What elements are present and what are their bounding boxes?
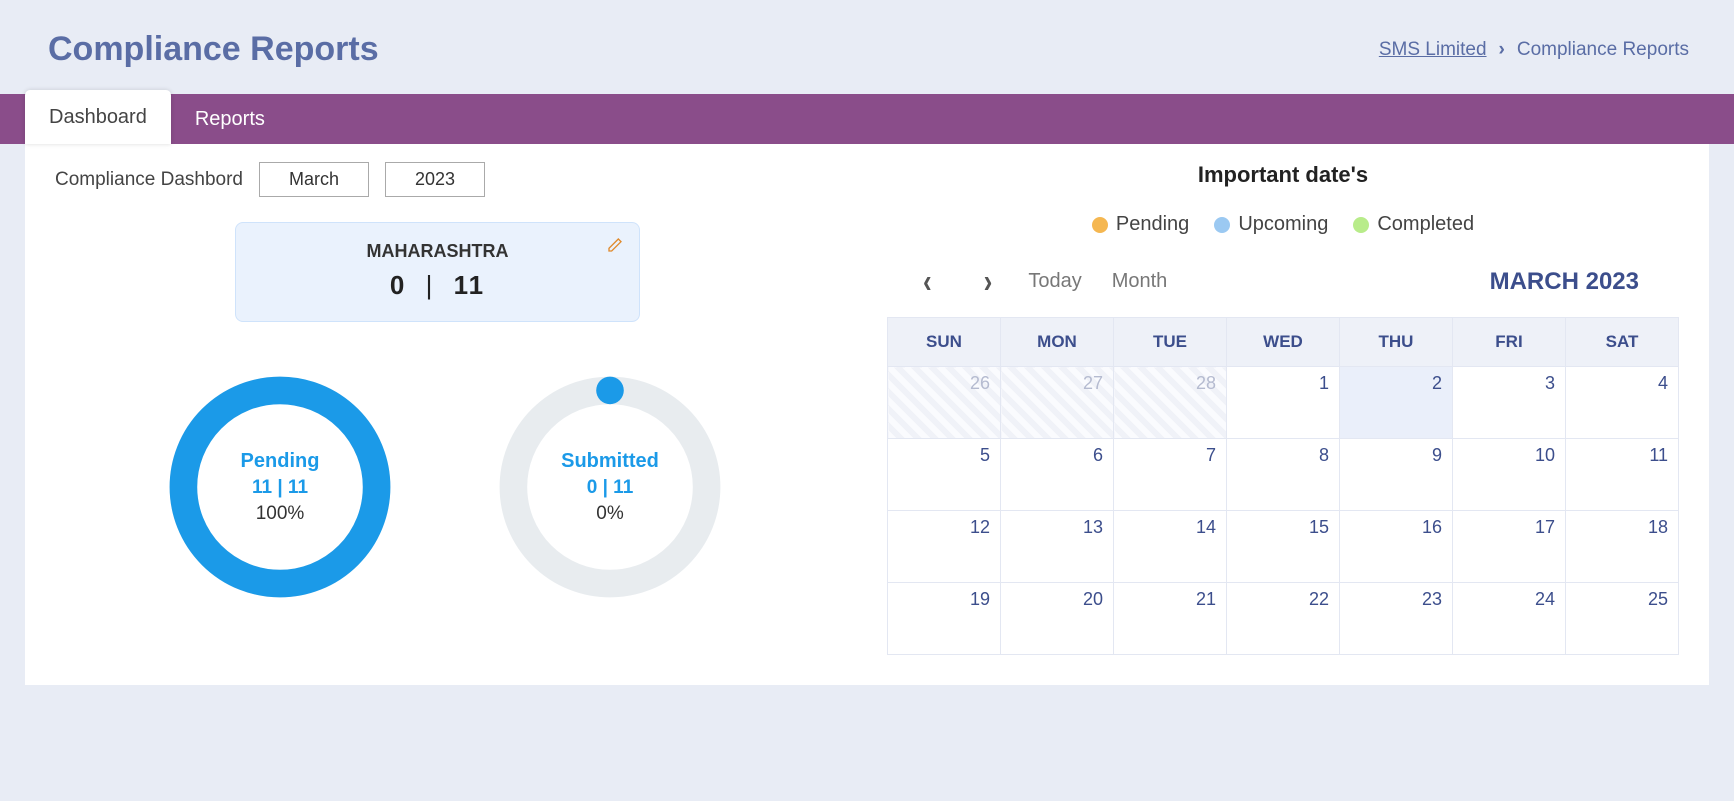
calendar-grid: SUNMONTUEWEDTHUFRISAT 262728123456789101…	[887, 317, 1679, 655]
breadcrumb: SMS Limited › Compliance Reports	[1379, 39, 1689, 61]
calendar-month-button[interactable]: Month	[1112, 270, 1168, 293]
important-dates-title: Important date's	[887, 162, 1679, 188]
submitted-ring-percent: 0%	[596, 503, 623, 525]
filter-label: Compliance Dashbord	[55, 169, 243, 191]
calendar-cell[interactable]: 17	[1453, 511, 1566, 583]
calendar-cell[interactable]: 14	[1114, 511, 1227, 583]
legend-dot-upcoming	[1214, 217, 1230, 233]
calendar-cell[interactable]: 7	[1114, 439, 1227, 511]
calendar-legend: Pending Upcoming Completed	[887, 213, 1679, 236]
month-select[interactable]: March	[259, 162, 369, 197]
legend-completed: Completed	[1353, 213, 1474, 236]
state-counts: 0 | 11	[256, 270, 619, 301]
state-card: MAHARASHTRA 0 | 11	[235, 222, 640, 322]
submitted-ring-count: 0 | 11	[587, 477, 634, 499]
pipe-separator: |	[416, 270, 445, 300]
calendar-cell[interactable]: 4	[1566, 367, 1679, 439]
calendar-cell[interactable]: 13	[1001, 511, 1114, 583]
calendar-cell[interactable]: 12	[888, 511, 1001, 583]
submitted-ring-title: Submitted	[561, 450, 659, 473]
edit-icon[interactable]	[607, 237, 623, 258]
calendar-cell[interactable]: 15	[1227, 511, 1340, 583]
year-select[interactable]: 2023	[385, 162, 485, 197]
calendar-day-header: THU	[1340, 318, 1453, 367]
calendar-cell[interactable]: 16	[1340, 511, 1453, 583]
tab-dashboard[interactable]: Dashboard	[25, 90, 171, 144]
calendar-cell[interactable]: 28	[1114, 367, 1227, 439]
breadcrumb-root-link[interactable]: SMS Limited	[1379, 39, 1487, 61]
legend-pending: Pending	[1092, 213, 1189, 236]
calendar-cell[interactable]: 3	[1453, 367, 1566, 439]
calendar-cell[interactable]: 26	[888, 367, 1001, 439]
calendar-cell[interactable]: 20	[1001, 583, 1114, 655]
legend-pending-label: Pending	[1116, 213, 1189, 236]
calendar-next-icon[interactable]: ›	[978, 261, 999, 301]
pending-ring-count: 11 | 11	[252, 477, 308, 499]
calendar-cell[interactable]: 1	[1227, 367, 1340, 439]
calendar-cell[interactable]: 5	[888, 439, 1001, 511]
breadcrumb-current: Compliance Reports	[1517, 39, 1689, 61]
state-count-left: 0	[390, 270, 406, 300]
calendar-title: MARCH 2023	[1490, 268, 1639, 296]
calendar-cell[interactable]: 23	[1340, 583, 1453, 655]
calendar-cell[interactable]: 10	[1453, 439, 1566, 511]
calendar-day-header: FRI	[1453, 318, 1566, 367]
calendar-today-button[interactable]: Today	[1028, 270, 1081, 293]
state-count-right: 11	[454, 270, 486, 300]
submitted-ring: Submitted 0 | 11 0%	[495, 372, 725, 602]
tabs-bar: Dashboard Reports	[0, 94, 1734, 144]
calendar-cell[interactable]: 11	[1566, 439, 1679, 511]
chevron-right-icon: ›	[1499, 39, 1505, 61]
calendar-cell[interactable]: 6	[1001, 439, 1114, 511]
calendar-cell[interactable]: 18	[1566, 511, 1679, 583]
legend-upcoming-label: Upcoming	[1238, 213, 1328, 236]
legend-completed-label: Completed	[1377, 213, 1474, 236]
state-name: MAHARASHTRA	[256, 241, 619, 262]
tab-reports[interactable]: Reports	[171, 94, 289, 144]
calendar-prev-icon[interactable]: ‹	[917, 261, 938, 301]
calendar-cell[interactable]: 22	[1227, 583, 1340, 655]
calendar-day-header: SAT	[1566, 318, 1679, 367]
calendar-cell[interactable]: 24	[1453, 583, 1566, 655]
legend-upcoming: Upcoming	[1214, 213, 1328, 236]
pending-ring: Pending 11 | 11 100%	[165, 372, 395, 602]
calendar-cell[interactable]: 8	[1227, 439, 1340, 511]
calendar-day-header: MON	[1001, 318, 1114, 367]
calendar-day-header: WED	[1227, 318, 1340, 367]
calendar-cell[interactable]: 9	[1340, 439, 1453, 511]
calendar-cell[interactable]: 19	[888, 583, 1001, 655]
calendar-cell[interactable]: 25	[1566, 583, 1679, 655]
pending-ring-title: Pending	[241, 450, 320, 473]
calendar-day-header: SUN	[888, 318, 1001, 367]
legend-dot-completed	[1353, 217, 1369, 233]
calendar-cell[interactable]: 2	[1340, 367, 1453, 439]
legend-dot-pending	[1092, 217, 1108, 233]
calendar-cell[interactable]: 21	[1114, 583, 1227, 655]
page-title: Compliance Reports	[48, 30, 379, 69]
calendar-cell[interactable]: 27	[1001, 367, 1114, 439]
calendar-day-header: TUE	[1114, 318, 1227, 367]
pending-ring-percent: 100%	[256, 503, 305, 525]
